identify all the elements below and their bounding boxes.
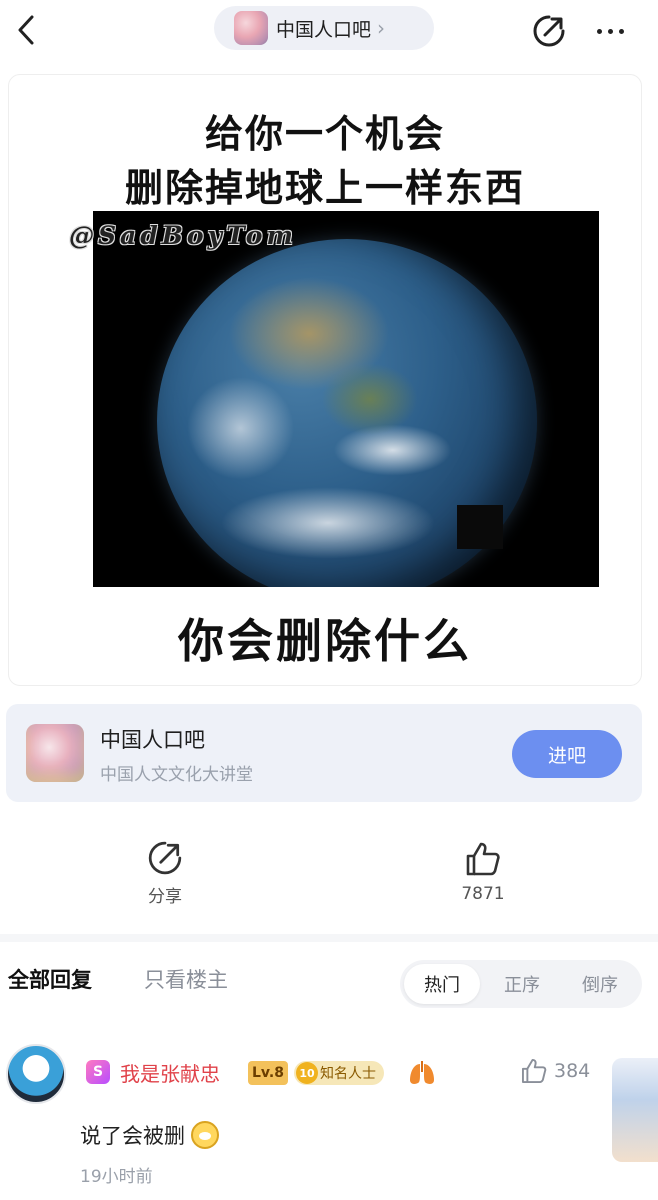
sort-ascending[interactable]: 正序 bbox=[486, 964, 558, 1004]
famous-badge: 10 知名人士 bbox=[294, 1061, 384, 1085]
section-divider bbox=[0, 934, 658, 942]
forum-card[interactable]: 中国人口吧 中国人文文化大讲堂 进吧 bbox=[6, 704, 642, 802]
famous-number: 10 bbox=[296, 1062, 318, 1084]
comment-text-content: 说了会被删 bbox=[80, 1124, 185, 1148]
comment-username[interactable]: 我是张献忠 bbox=[120, 1058, 220, 1087]
thumbs-up-icon bbox=[466, 842, 500, 876]
more-icon bbox=[596, 28, 602, 34]
chevron-right-icon: › bbox=[377, 16, 386, 40]
meme-text-line2: 删除掉地球上一样东西 bbox=[124, 166, 525, 210]
lungs-icon bbox=[410, 1061, 434, 1084]
forum-card-avatar bbox=[26, 724, 84, 782]
level-badge: Lv.8 bbox=[248, 1061, 288, 1085]
sort-toggle: 热门 正序 倒序 bbox=[400, 960, 642, 1008]
tab-all-replies[interactable]: 全部回复 bbox=[8, 964, 92, 994]
censor-block bbox=[457, 505, 503, 549]
comment-like-count: 384 bbox=[554, 1060, 591, 1082]
meme-text-line3: 你会删除什么 bbox=[178, 614, 472, 668]
share-button[interactable]: 分享 bbox=[125, 840, 205, 910]
share-icon bbox=[148, 841, 182, 875]
forum-card-description: 中国人文文化大讲堂 bbox=[100, 765, 253, 785]
sort-hot[interactable]: 热门 bbox=[404, 964, 480, 1004]
enter-forum-button[interactable]: 进吧 bbox=[512, 730, 622, 778]
famous-label: 知名人士 bbox=[320, 1066, 376, 1082]
like-button[interactable]: 7871 bbox=[443, 840, 523, 910]
back-button[interactable] bbox=[10, 10, 42, 50]
meme-text-line1: 给你一个机会 bbox=[204, 112, 445, 156]
emoji-icon bbox=[191, 1121, 219, 1149]
floating-sticker[interactable] bbox=[612, 1058, 658, 1162]
more-button[interactable] bbox=[588, 12, 632, 50]
top-bar: 中国人口吧 › bbox=[0, 0, 658, 60]
comment-like-button[interactable]: 384 bbox=[520, 1057, 590, 1085]
comment-time: 19小时前 bbox=[80, 1167, 153, 1187]
thumbs-up-icon bbox=[521, 1058, 547, 1084]
comment-text: 说了会被删 bbox=[80, 1120, 219, 1150]
share-icon bbox=[533, 15, 565, 47]
watermark: @SadBoyTom bbox=[69, 221, 297, 250]
post-card[interactable]: 给你一个机会 删除掉地球上一样东西 @SadBoyTom 你会删除什么 bbox=[8, 74, 642, 686]
earth-image bbox=[93, 211, 599, 587]
forum-pill[interactable]: 中国人口吧 › bbox=[214, 6, 434, 50]
forum-avatar bbox=[234, 11, 268, 45]
vip-badge: S bbox=[86, 1060, 110, 1084]
sort-descending[interactable]: 倒序 bbox=[564, 964, 636, 1004]
comment-avatar[interactable] bbox=[6, 1044, 66, 1104]
tab-op-only[interactable]: 只看楼主 bbox=[144, 964, 228, 994]
forum-pill-name: 中国人口吧 bbox=[276, 18, 372, 41]
share-top-button[interactable] bbox=[530, 12, 568, 50]
forum-card-name: 中国人口吧 bbox=[100, 728, 205, 752]
chevron-left-icon bbox=[18, 15, 34, 45]
share-label: 分享 bbox=[148, 887, 182, 907]
like-count: 7871 bbox=[461, 884, 505, 904]
